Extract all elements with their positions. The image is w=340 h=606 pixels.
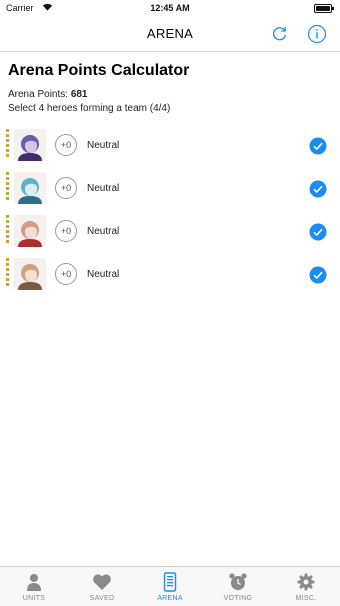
boon-bane-label[interactable]: Neutral bbox=[87, 183, 119, 194]
hero-row[interactable]: +0 Neutral bbox=[0, 168, 340, 211]
merge-level-button[interactable]: +0 bbox=[55, 220, 77, 242]
rarity-stars bbox=[6, 215, 9, 245]
merge-level-button[interactable]: +0 bbox=[55, 134, 77, 156]
arena-points-value: 681 bbox=[70, 89, 88, 100]
tab-label: SAVED bbox=[89, 595, 115, 602]
navigation-bar: ARENA bbox=[0, 18, 340, 52]
boon-bane-label[interactable]: Neutral bbox=[87, 269, 119, 280]
merge-level-button[interactable]: +0 bbox=[55, 263, 77, 285]
heart-icon bbox=[93, 574, 111, 590]
hero-row[interactable]: +0 Neutral bbox=[0, 211, 340, 254]
team-selection-hint: Select 4 heroes forming a team (4/4) bbox=[8, 103, 171, 114]
gear-icon bbox=[297, 573, 315, 591]
rarity-stars bbox=[6, 172, 9, 202]
tab-label: VOTING bbox=[223, 595, 253, 602]
selected-check-icon[interactable] bbox=[309, 223, 327, 241]
status-time: 12:45 AM bbox=[150, 3, 190, 13]
tab-units[interactable]: UNITS bbox=[0, 567, 68, 606]
rarity-stars bbox=[6, 129, 9, 159]
selected-check-icon[interactable] bbox=[309, 137, 327, 155]
arena-points-label: Arena Points: bbox=[8, 89, 71, 100]
hero-portrait bbox=[14, 258, 46, 290]
tab-label: ARENA bbox=[157, 595, 183, 602]
document-icon bbox=[163, 572, 177, 592]
tab-voting[interactable]: VOTING bbox=[204, 567, 272, 606]
selected-check-icon[interactable] bbox=[309, 180, 327, 198]
info-icon[interactable] bbox=[307, 24, 327, 44]
tab-label: MISC. bbox=[295, 595, 317, 602]
hero-portrait bbox=[14, 172, 46, 204]
arena-points: Arena Points: 681 bbox=[8, 89, 88, 100]
tab-misc[interactable]: MISC. bbox=[272, 567, 340, 606]
selected-check-icon[interactable] bbox=[309, 266, 327, 284]
hero-row[interactable]: +0 Neutral bbox=[0, 254, 340, 297]
tab-saved[interactable]: SAVED bbox=[68, 567, 136, 606]
battery-icon bbox=[314, 4, 334, 13]
hero-portrait bbox=[14, 129, 46, 161]
person-icon bbox=[27, 574, 41, 591]
alarm-clock-icon bbox=[229, 573, 247, 590]
tab-bar: UNITS SAVED ARENA VOTING MISC. bbox=[0, 566, 340, 606]
calculator-heading: Arena Points Calculator bbox=[8, 62, 190, 79]
boon-bane-label[interactable]: Neutral bbox=[87, 226, 119, 237]
refresh-icon[interactable] bbox=[270, 24, 290, 44]
status-bar: Carrier 12:45 AM bbox=[0, 0, 340, 18]
rarity-stars bbox=[6, 258, 9, 288]
hero-list: +0 Neutral +0 Neutral +0 Neutral +0 Neut… bbox=[0, 125, 340, 297]
merge-level-button[interactable]: +0 bbox=[55, 177, 77, 199]
tab-arena[interactable]: ARENA bbox=[136, 567, 204, 606]
tab-label: UNITS bbox=[22, 595, 46, 602]
hero-portrait bbox=[14, 215, 46, 247]
hero-row[interactable]: +0 Neutral bbox=[0, 125, 340, 168]
boon-bane-label[interactable]: Neutral bbox=[87, 140, 119, 151]
